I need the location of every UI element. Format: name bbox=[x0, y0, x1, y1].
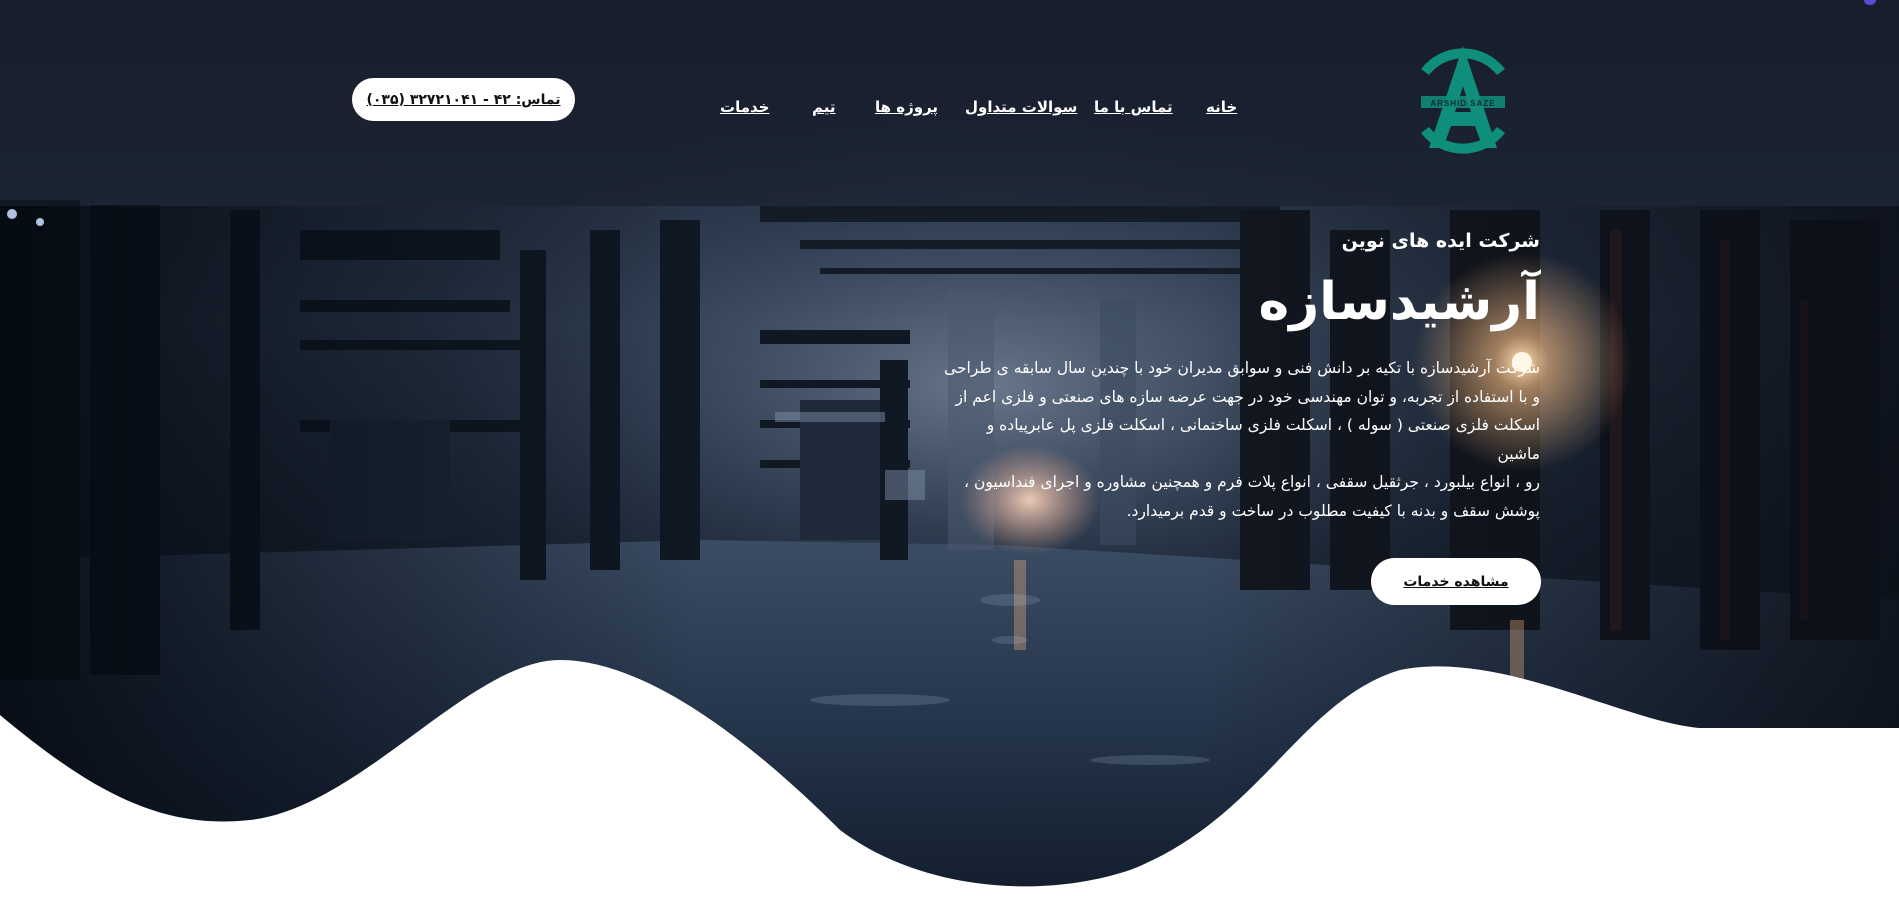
contact-phone-button[interactable]: تماس: ۴۲ - ۳۲۷۲۱۰۴۱ (۰۳۵) bbox=[352, 78, 575, 121]
view-services-button[interactable]: مشاهده خدمات bbox=[1371, 558, 1541, 605]
hero-description-line: و با استفاده از تجربه، و توان مهندسی خود… bbox=[955, 387, 1540, 406]
header-bar bbox=[0, 0, 1899, 206]
nav-link-contact[interactable]: تماس با ما bbox=[1094, 98, 1173, 122]
nav-link-faq[interactable]: سوالات متداول bbox=[965, 98, 1077, 122]
logo-text: ARSHID SAZE bbox=[1430, 99, 1495, 108]
nav-link-projects[interactable]: پروژه ها bbox=[875, 98, 938, 122]
nav-link-home[interactable]: خانه bbox=[1206, 98, 1237, 122]
nav-link-team[interactable]: تیم bbox=[812, 98, 836, 122]
hero-content: شرکت ایده های نوین آرشیدسازه شرکت آرشیدس… bbox=[940, 226, 1540, 525]
hero-subtitle: شرکت ایده های نوین bbox=[1341, 230, 1540, 252]
hero-description: شرکت آرشیدسازه با تکیه بر دانش فنی و سوا… bbox=[940, 354, 1540, 525]
hero-description-line: پوشش سقف و بدنه با کیفیت مطلوب در ساخت و… bbox=[1126, 501, 1540, 520]
hero-description-line: اسکلت فلزی صنعتی ( سوله ) ، اسکلت فلزی س… bbox=[986, 416, 1540, 463]
hero-description-line: شرکت آرشیدسازه با تکیه بر دانش فنی و سوا… bbox=[944, 359, 1540, 377]
nav-link-services[interactable]: خدمات bbox=[720, 98, 769, 122]
company-logo-icon[interactable]: ARSHID SAZE bbox=[1405, 36, 1521, 166]
hero-description-line: رو ، انواع بیلبورد ، جرثقیل سقفی ، انواع… bbox=[964, 473, 1540, 491]
hero-title: آرشیدسازه bbox=[1258, 272, 1540, 332]
